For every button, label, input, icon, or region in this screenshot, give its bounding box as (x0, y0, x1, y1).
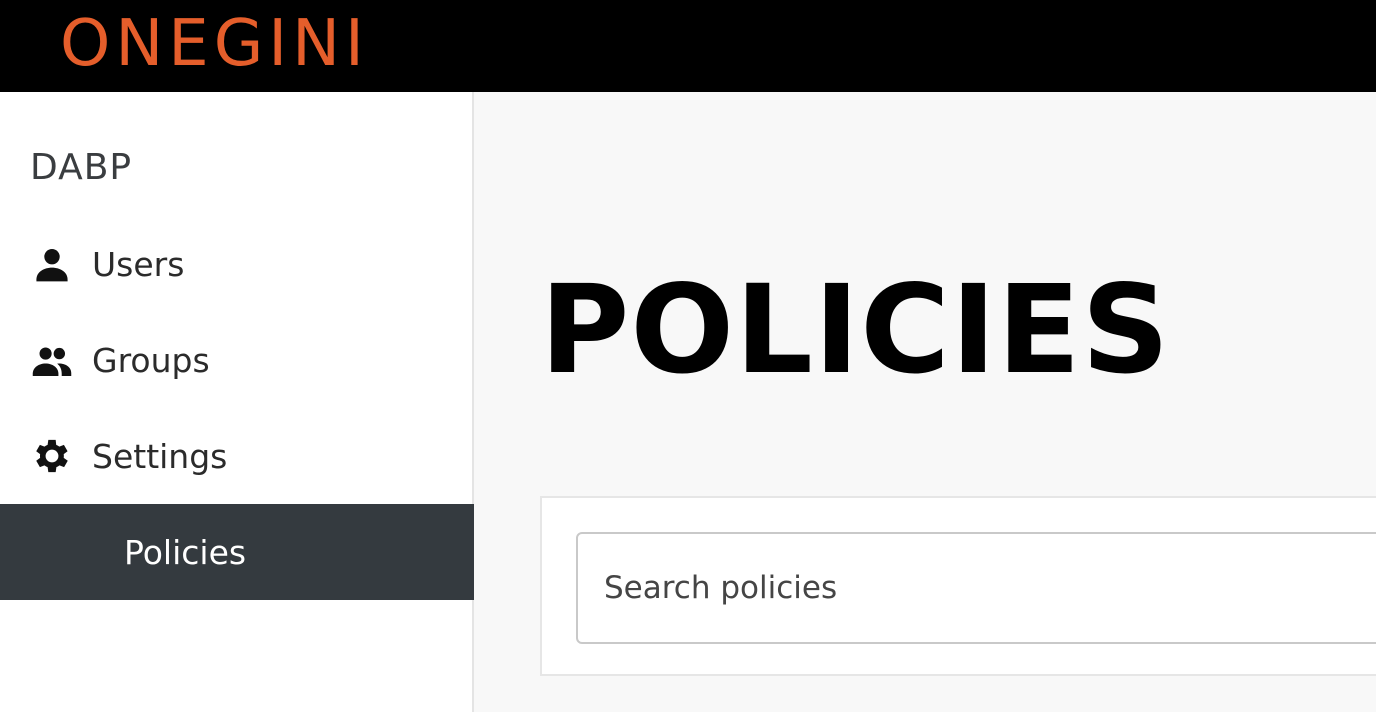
people-icon (30, 338, 74, 382)
person-icon (30, 242, 74, 286)
sidebar-item-label: Policies (124, 532, 247, 572)
top-bar: ONEGINI (0, 0, 1376, 92)
sidebar-item-groups[interactable]: Groups (0, 312, 474, 408)
main-content: POLICIES (476, 92, 1376, 712)
sidebar-item-label: Groups (92, 340, 210, 380)
sidebar-item-users[interactable]: Users (0, 216, 474, 312)
sidebar-item-policies[interactable]: Policies (0, 504, 474, 600)
sidebar-item-settings[interactable]: Settings (0, 408, 474, 504)
search-card (540, 496, 1376, 676)
page-title: POLICIES (540, 259, 1171, 401)
search-input[interactable] (576, 532, 1376, 644)
sidebar-item-label: Settings (92, 436, 228, 476)
onegini-logo[interactable]: ONEGINI (60, 6, 369, 82)
tenant-name: DABP (30, 147, 133, 188)
sidebar: DABP Users Groups Settings Policies (0, 92, 474, 712)
sidebar-item-label: Users (92, 244, 185, 284)
gear-icon (30, 434, 74, 478)
